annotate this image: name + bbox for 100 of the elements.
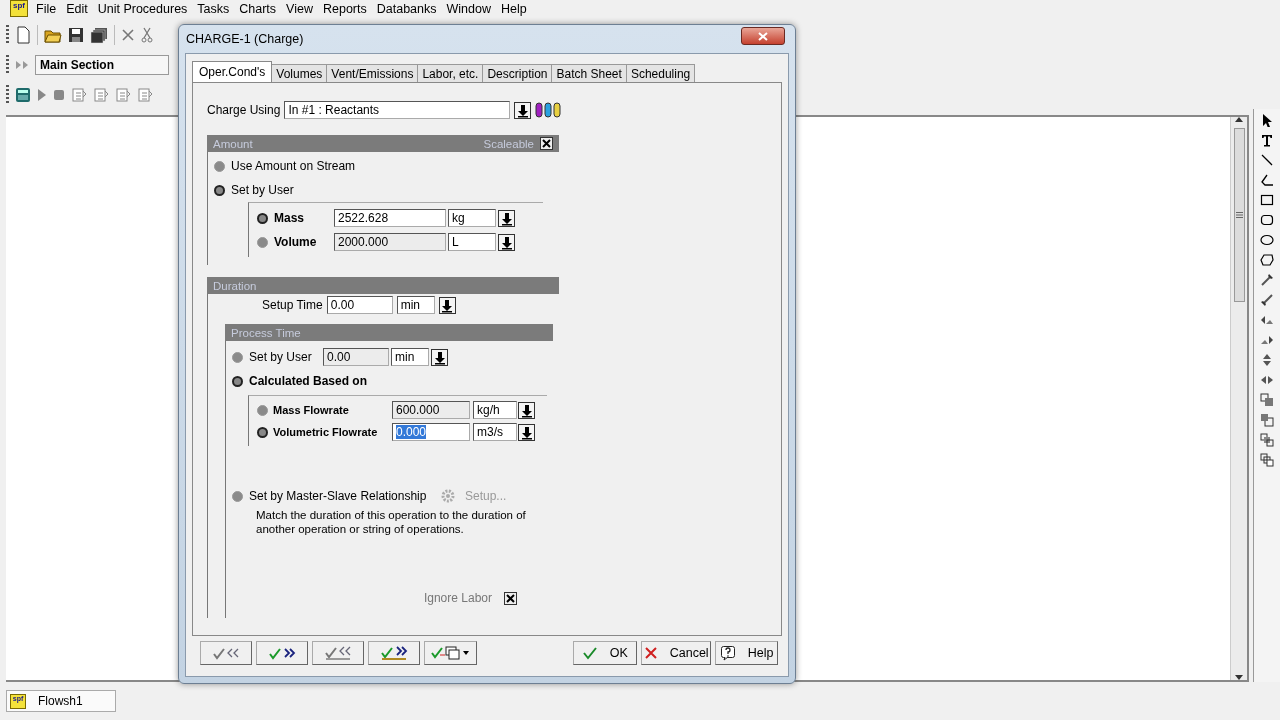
radio-button[interactable] — [214, 160, 225, 172]
next-icon — [268, 646, 297, 660]
tab[interactable]: Oper.Cond's — [192, 61, 273, 82]
scroll-up-icon[interactable] — [1235, 117, 1243, 122]
section-dropdown[interactable]: Main Section — [35, 55, 169, 75]
bring-front-icon[interactable] — [1260, 393, 1274, 407]
align-right-icon[interactable] — [1260, 333, 1274, 347]
grip-icon — [1235, 212, 1243, 218]
group-title: Process Time — [231, 326, 301, 339]
next-all-icon — [380, 645, 409, 661]
option-label: Set by User — [231, 183, 294, 197]
checkbox-label: Scaleable — [483, 137, 534, 150]
option-label: Use Amount on Stream — [231, 159, 356, 173]
ok-button[interactable]: OK — [572, 641, 638, 665]
x-mark-icon — [542, 139, 551, 148]
save-icon[interactable] — [68, 27, 84, 43]
play-icon[interactable] — [37, 88, 47, 102]
close-icon — [758, 31, 768, 41]
checkbox[interactable] — [540, 137, 553, 150]
tab[interactable]: Batch Sheet — [551, 64, 627, 82]
scissors-icon[interactable] — [141, 27, 153, 43]
dropdown-button[interactable] — [498, 209, 515, 227]
delete-icon[interactable] — [121, 28, 135, 42]
cancel-button[interactable]: Cancel — [641, 641, 712, 665]
menu-item[interactable]: Help — [497, 1, 533, 16]
menu-item[interactable]: Reports — [319, 1, 373, 16]
menu-item[interactable]: Charts — [235, 1, 283, 16]
tab[interactable]: Labor, etc. — [417, 64, 484, 82]
copy-to-windows-icon — [430, 645, 471, 661]
next-all-button[interactable] — [368, 641, 421, 665]
previous-all-button[interactable] — [312, 641, 365, 665]
new-document-icon[interactable] — [15, 26, 31, 44]
rectangle-tool-icon[interactable] — [1260, 193, 1274, 207]
calculator-icon[interactable] — [15, 87, 31, 103]
ellipse-tool-icon[interactable] — [1260, 233, 1274, 247]
menu-item[interactable]: File — [32, 1, 63, 16]
test-tubes-icon[interactable] — [535, 102, 562, 118]
unit-field[interactable]: m3/s — [473, 423, 517, 441]
scroll-down-icon[interactable] — [1235, 675, 1243, 680]
option-label: Set by Master-Slave Relationship — [249, 489, 428, 503]
polygon-tool-icon[interactable] — [1260, 253, 1274, 267]
copy-menu-button[interactable] — [424, 641, 477, 665]
tab[interactable]: Scheduling — [625, 64, 696, 82]
unit-field[interactable]: min — [396, 296, 435, 314]
dropdown-button[interactable] — [518, 423, 535, 441]
option-label: Set by User — [249, 350, 313, 364]
dropdown-button[interactable] — [438, 296, 456, 314]
polyline-tool-icon[interactable] — [1260, 173, 1274, 187]
dropdown-button[interactable] — [431, 348, 448, 366]
option-label: Volume — [274, 235, 318, 249]
tab[interactable]: Description — [482, 64, 553, 82]
menu-item[interactable]: Tasks — [193, 1, 236, 16]
radio-button[interactable] — [257, 426, 268, 438]
dropdown-button[interactable] — [514, 101, 532, 119]
tab[interactable]: Vent/Emissions — [326, 64, 419, 82]
connect-tool-icon[interactable] — [1260, 273, 1274, 287]
close-button[interactable] — [741, 27, 785, 45]
checkbox[interactable] — [504, 591, 517, 605]
input-field[interactable]: 0.00 — [326, 296, 393, 314]
group-icon[interactable] — [1260, 433, 1274, 447]
text-tool-icon[interactable] — [1260, 133, 1274, 147]
document-tab[interactable]: Flowsh1 — [38, 694, 83, 708]
menu-item[interactable]: Unit Procedures — [93, 1, 194, 16]
stop-icon[interactable] — [53, 89, 65, 101]
flip-vertical-icon[interactable] — [1260, 353, 1274, 367]
dropdown-button[interactable] — [498, 233, 515, 251]
ungroup-icon[interactable] — [1260, 453, 1274, 467]
input-field[interactable]: 2522.628 — [334, 209, 446, 227]
save-all-icon[interactable] — [90, 26, 108, 44]
line-tool-icon[interactable] — [1260, 153, 1274, 167]
open-folder-icon[interactable] — [44, 27, 62, 43]
input-field[interactable]: 0.000 — [392, 423, 470, 441]
flip-horizontal-icon[interactable] — [1260, 373, 1274, 387]
cancel-icon — [643, 646, 658, 660]
pointer-icon[interactable] — [1260, 113, 1274, 127]
group-title: Amount — [213, 137, 253, 150]
radio-button[interactable] — [214, 184, 225, 196]
previous-button[interactable] — [200, 641, 253, 665]
next-button[interactable] — [256, 641, 309, 665]
radio-button[interactable] — [232, 375, 243, 387]
radio-button[interactable] — [232, 490, 243, 502]
connect-tool-icon[interactable] — [1260, 293, 1274, 307]
menu-item[interactable]: View — [282, 1, 319, 16]
radio-button[interactable] — [257, 212, 268, 224]
combo-field[interactable]: In #1 : Reactants — [284, 101, 511, 119]
help-icon — [719, 645, 736, 661]
x-mark-icon — [506, 593, 515, 603]
send-back-icon[interactable] — [1260, 413, 1274, 427]
window-title: CHARGE-1 (Charge) — [186, 32, 304, 46]
rounded-rectangle-tool-icon[interactable] — [1260, 213, 1274, 227]
vertical-scrollbar[interactable] — [1230, 117, 1247, 680]
help-button[interactable]: Help — [715, 641, 778, 665]
dropdown-button[interactable] — [518, 401, 535, 419]
description-text: Match the duration of this operation to the duration of another operation or string of operations. — [255, 508, 527, 536]
tab[interactable]: Volumes — [271, 64, 328, 82]
option-label: Calculated Based on — [249, 374, 368, 388]
menu-item[interactable]: Edit — [62, 1, 94, 16]
unit-field[interactable]: kg — [448, 209, 496, 227]
menu-item[interactable]: Window — [442, 1, 497, 16]
menu-item[interactable]: Databanks — [372, 1, 443, 16]
